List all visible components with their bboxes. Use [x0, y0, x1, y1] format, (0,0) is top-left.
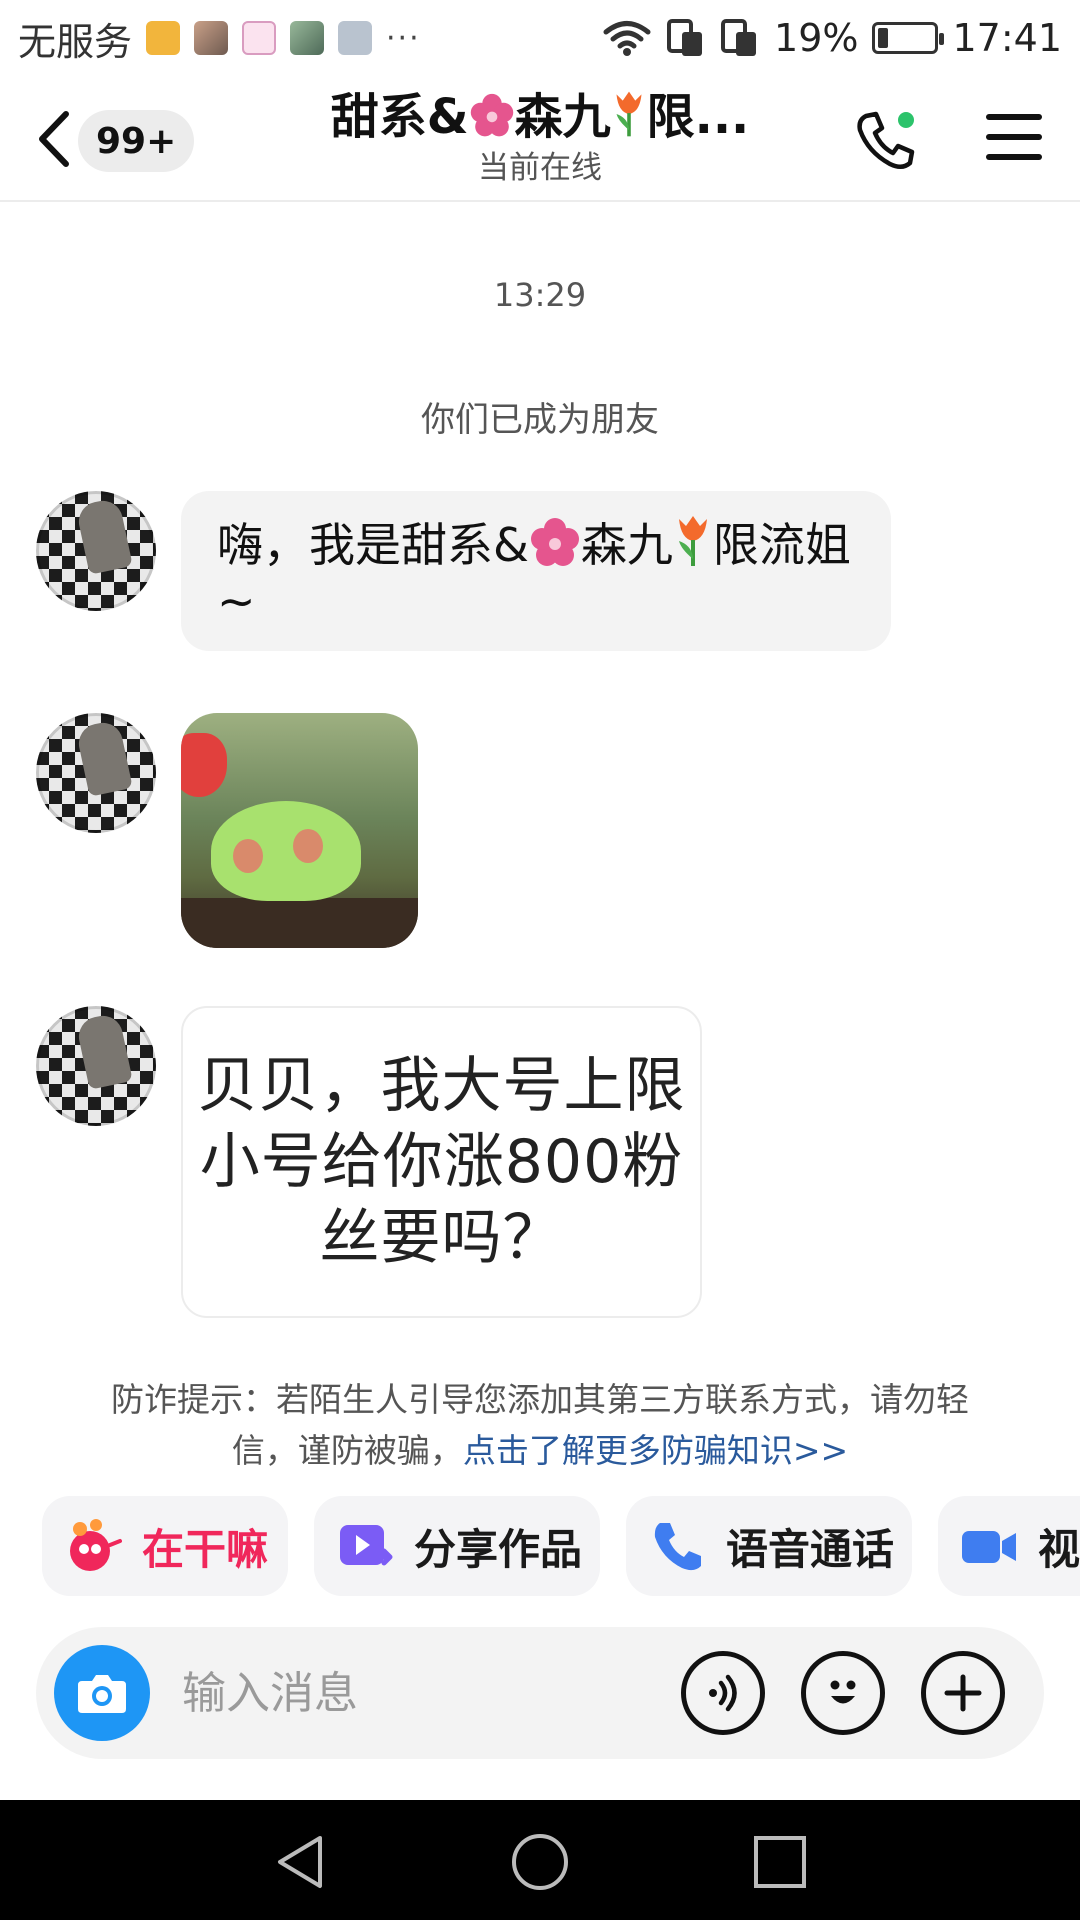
nav-recents-icon[interactable] [750, 1832, 810, 1892]
tulip-icon [616, 91, 642, 137]
frog-toe [293, 829, 323, 863]
card-message[interactable]: 贝贝，我大号上限小号给你涨800粉丝要吗？ [181, 1006, 702, 1318]
tulip-icon [678, 516, 707, 566]
strawberry-shape [181, 733, 227, 797]
battery-percent: 19% [774, 16, 859, 60]
system-navigation-bar [0, 1800, 1080, 1920]
quick-action-share-work[interactable]: 分享作品 [314, 1496, 600, 1596]
message-timestamp: 13:29 [493, 276, 587, 314]
anti-fraud-tip: 防诈提示：若陌生人引导您添加其第三方联系方式，请勿轻信，谨防被骗，点击了解更多防… [90, 1374, 990, 1476]
menu-line [986, 154, 1042, 160]
menu-button[interactable] [986, 114, 1042, 160]
frog-toe [233, 839, 263, 873]
chat-title: 甜系& 森九 限... [290, 86, 790, 148]
back-arrow-icon[interactable] [30, 106, 80, 172]
quick-action-label: 语音通话 [726, 1524, 895, 1574]
frog-sticker[interactable] [181, 713, 418, 948]
soil-shape [181, 898, 418, 948]
carrier-text: 无服务 [18, 19, 133, 64]
status-left: 无服务 ··· [18, 11, 421, 66]
avatar[interactable] [36, 491, 156, 611]
chat-title-area[interactable]: 甜系& 森九 限... 当前在线 [290, 86, 790, 188]
system-note: 你们已成为朋友 [421, 400, 659, 440]
sim-icon [721, 19, 757, 56]
phone-icon [654, 1523, 701, 1571]
menu-line [986, 134, 1042, 140]
voice-wave-icon [709, 1674, 737, 1712]
message-text-part1: 嗨，我是甜系& [217, 518, 529, 572]
app-notification-icon [146, 21, 181, 55]
gallery-icon [338, 21, 373, 55]
wifi-icon [603, 21, 651, 56]
smiley-icon [830, 1680, 856, 1704]
voice-call-button[interactable] [850, 106, 920, 176]
quick-action-video-call[interactable]: 视频 [938, 1496, 1080, 1596]
plus-icon [944, 1674, 982, 1712]
voice-message-button[interactable] [681, 1651, 765, 1735]
message-input[interactable] [182, 1657, 662, 1729]
title-text-part2: 森九 [514, 89, 611, 145]
unread-count-badge[interactable]: 99+ [78, 110, 195, 172]
menu-line [986, 114, 1042, 120]
more-notifications-text: ··· [386, 20, 421, 56]
avatar[interactable] [36, 713, 156, 833]
card-message-text: 贝贝，我大号上限小号给你涨800粉丝要吗？ [197, 1051, 686, 1273]
cherry-blossom-icon [470, 93, 513, 137]
text-message-bubble[interactable]: 嗨，我是甜系& 森九 限流姐~ [181, 491, 891, 651]
clock: 17:41 [952, 16, 1062, 60]
quick-action-label: 分享作品 [414, 1524, 583, 1574]
status-right: 19% 17:41 [602, 16, 1062, 60]
camera-button[interactable] [54, 1645, 150, 1741]
quick-action-whats-up[interactable]: 在干嘛 [42, 1496, 288, 1596]
status-bar: 无服务 ··· 19% 17:41 [0, 0, 1080, 76]
online-indicator [898, 112, 914, 128]
cherry-blossom-icon [530, 518, 579, 566]
app-notification-icon [290, 21, 325, 55]
video-icon [962, 1531, 1016, 1563]
more-plus-button[interactable] [921, 1651, 1005, 1735]
sim-icon [667, 19, 703, 56]
app-notification-icon [194, 21, 229, 55]
quick-actions-row: 在干嘛 分享作品 语音通话 视频 [42, 1496, 1080, 1600]
avatar[interactable] [36, 1006, 156, 1126]
chat-header: 99+ 甜系& 森九 限... 当前在线 [0, 76, 1080, 202]
battery-icon [872, 22, 945, 54]
quick-action-label: 在干嘛 [142, 1524, 269, 1574]
nav-home-icon[interactable] [510, 1832, 570, 1892]
online-status: 当前在线 [478, 150, 602, 186]
battery-fill [878, 28, 889, 48]
nav-back-icon[interactable] [270, 1832, 330, 1892]
wave-icon [70, 1519, 122, 1571]
emoji-button[interactable] [801, 1651, 885, 1735]
app-notification-icon [242, 21, 277, 55]
camera-icon [78, 1675, 126, 1713]
message-input-bar [36, 1627, 1044, 1759]
title-text-part1: 甜系& [330, 89, 469, 145]
quick-action-voice-call[interactable]: 语音通话 [626, 1496, 912, 1596]
quick-action-label: 视频 [1038, 1524, 1080, 1574]
share-video-icon [340, 1525, 393, 1566]
message-text-part2: 森九 [580, 518, 673, 572]
title-text-part3: 限... [646, 89, 750, 145]
anti-fraud-link[interactable]: 点击了解更多防骗知识>> [463, 1431, 848, 1470]
